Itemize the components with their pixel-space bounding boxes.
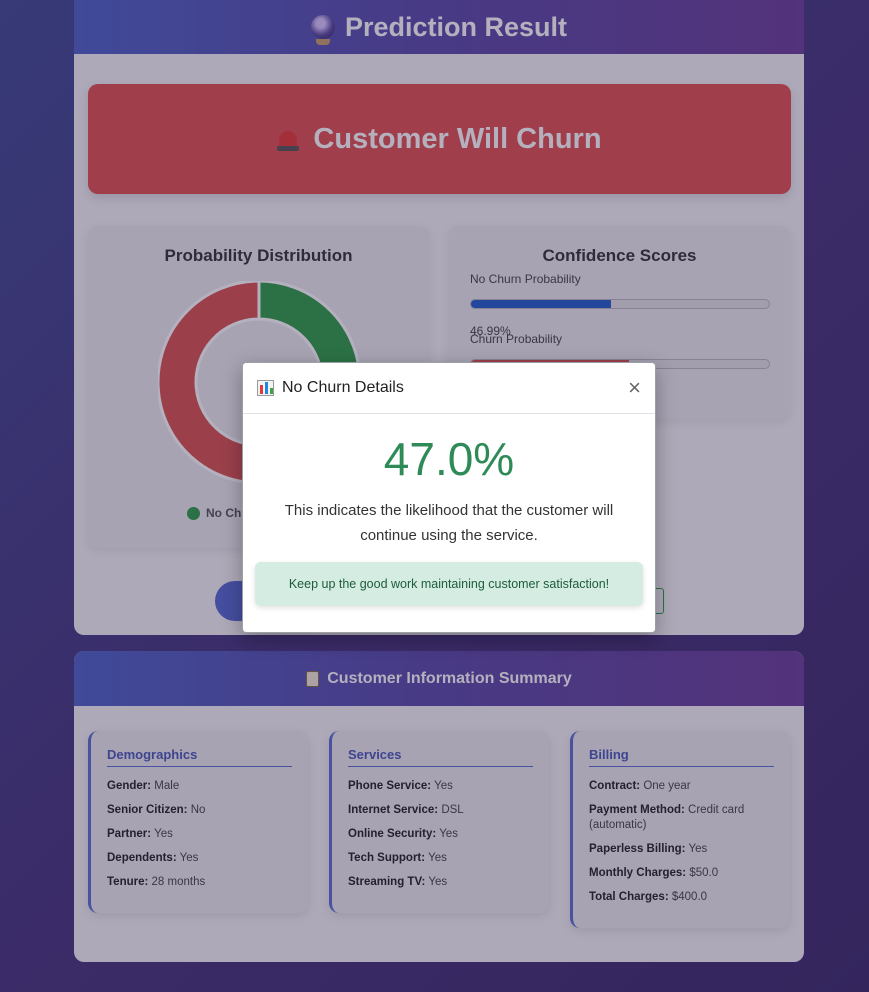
success-message: Keep up the good work maintaining custom… bbox=[255, 562, 643, 606]
no-churn-details-modal: No Churn Details × 47.0% This indicates … bbox=[242, 362, 656, 633]
close-icon[interactable]: × bbox=[628, 377, 641, 399]
no-churn-percentage: 47.0% bbox=[383, 433, 515, 485]
bar-chart-icon bbox=[257, 380, 274, 396]
modal-body: 47.0% This indicates the likelihood that… bbox=[243, 414, 655, 606]
modal-title: No Churn Details bbox=[282, 379, 404, 396]
modal-description: This indicates the likelihood that the c… bbox=[284, 502, 614, 544]
modal-title-group: No Churn Details bbox=[257, 379, 404, 397]
modal-header: No Churn Details × bbox=[243, 363, 655, 414]
